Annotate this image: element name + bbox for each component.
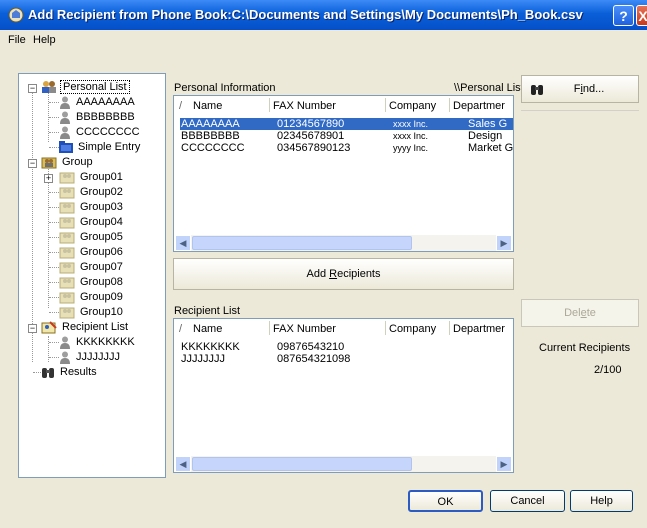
add-recipients-button[interactable]: Add Recipients [173, 258, 514, 290]
tree-group01[interactable]: Group01 [59, 170, 125, 184]
group-item-icon [59, 277, 75, 289]
tree-person-cccccccc[interactable]: CCCCCCCC [59, 125, 142, 139]
column-name[interactable]: Name [193, 100, 222, 112]
tree-recipient-kkkkkkkk[interactable]: KKKKKKKK [59, 335, 137, 349]
window-title: Add Recipient from Phone Book:C:\Documen… [28, 7, 583, 22]
help-button[interactable]: Help [570, 490, 633, 512]
column-company[interactable]: Company [389, 323, 436, 335]
tree-recipient-list[interactable]: Recipient List [41, 320, 130, 334]
tree-simple-entry[interactable]: Simple Entry [59, 140, 142, 154]
sort-indicator-icon: / [179, 323, 183, 335]
group-item-icon [59, 307, 75, 319]
table-row[interactable]: JJJJJJJJ 087654321098 [180, 353, 513, 365]
tree-person-bbbbbbbb[interactable]: BBBBBBBB [59, 110, 137, 124]
group-item-icon [59, 292, 75, 304]
folder-icon [59, 141, 73, 154]
current-recipients-count: 2/100 [594, 364, 622, 376]
scroll-thumb[interactable] [192, 457, 412, 471]
personal-info-hscroll[interactable]: ◀ ▶ [175, 235, 512, 251]
scroll-thumb[interactable] [192, 236, 412, 250]
collapse-personal-icon[interactable]: − [28, 84, 37, 93]
column-department[interactable]: Departmer [453, 323, 505, 335]
ok-button[interactable]: OK [408, 490, 483, 512]
tree-group03[interactable]: Group03 [59, 200, 125, 214]
tree-group04[interactable]: Group04 [59, 215, 125, 229]
tree-group10[interactable]: Group10 [59, 305, 125, 319]
recipient-list-icon [41, 321, 57, 334]
sort-indicator-icon: / [179, 100, 183, 112]
table-row[interactable]: AAAAAAAA 01234567890 xxxx Inc. Sales G [180, 118, 513, 130]
tree-recipient-jjjjjjjj[interactable]: JJJJJJJJ [59, 350, 122, 364]
binoculars-icon [531, 85, 543, 95]
cancel-button[interactable]: Cancel [490, 490, 565, 512]
personal-info-list[interactable]: / Name FAX Number Company Departmer AAAA… [173, 95, 514, 252]
column-department[interactable]: Departmer [453, 100, 505, 112]
tree-person-aaaaaaaa[interactable]: AAAAAAAA [59, 95, 137, 109]
person-icon [60, 96, 70, 109]
personal-info-path: \\Personal List [454, 82, 524, 94]
group-item-icon [59, 247, 75, 259]
divider [521, 110, 639, 111]
group-item-icon [59, 187, 75, 199]
scroll-right-icon[interactable]: ▶ [496, 456, 512, 472]
group-item-icon [59, 232, 75, 244]
title-close-button[interactable]: X [636, 5, 647, 26]
person-icon [60, 111, 70, 124]
group-icon [41, 157, 57, 169]
menu-bar: File Help [0, 30, 647, 50]
tree-group05[interactable]: Group05 [59, 230, 125, 244]
column-fax-number[interactable]: FAX Number [273, 100, 336, 112]
recipient-list-header: / Name FAX Number Company Departmer [174, 319, 513, 337]
tree-group08[interactable]: Group08 [59, 275, 125, 289]
table-row[interactable]: CCCCCCCC 034567890123 yyyy Inc. Market G [180, 142, 513, 154]
recipient-list-hscroll[interactable]: ◀ ▶ [175, 456, 512, 472]
title-help-button[interactable]: ? [613, 5, 634, 26]
recipient-list-label: Recipient List [174, 305, 241, 317]
title-bar: Add Recipient from Phone Book:C:\Documen… [0, 0, 647, 30]
people-icon [42, 81, 56, 94]
person-icon [60, 336, 70, 349]
menu-help[interactable]: Help [33, 34, 56, 46]
menu-file[interactable]: File [8, 34, 26, 46]
tree-group[interactable]: Group [41, 155, 95, 169]
table-row[interactable]: BBBBBBBB 02345678901 xxxx Inc. Design [180, 130, 513, 142]
delete-button[interactable]: Delete [521, 299, 639, 327]
expand-group01-icon[interactable]: + [44, 174, 53, 183]
tree-group09[interactable]: Group09 [59, 290, 125, 304]
tree-group06[interactable]: Group06 [59, 245, 125, 259]
phone-book-tree[interactable]: − Personal List AAAAAAAA BBBBBBBB CCCCCC… [18, 73, 166, 478]
group-item-icon [59, 202, 75, 214]
column-company[interactable]: Company [389, 100, 436, 112]
person-icon [60, 351, 70, 364]
tree-group07[interactable]: Group07 [59, 260, 125, 274]
scroll-right-icon[interactable]: ▶ [496, 235, 512, 251]
group-item-icon [59, 262, 75, 274]
scroll-left-icon[interactable]: ◀ [175, 456, 191, 472]
current-recipients-label: Current Recipients [539, 342, 631, 354]
collapse-group-icon[interactable]: − [28, 159, 37, 168]
scroll-left-icon[interactable]: ◀ [175, 235, 191, 251]
find-button[interactable]: Find... [521, 75, 639, 103]
person-icon [60, 126, 70, 139]
recipient-list[interactable]: / Name FAX Number Company Departmer KKKK… [173, 318, 514, 473]
personal-info-header: / Name FAX Number Company Departmer [174, 96, 513, 114]
group-item-icon [59, 172, 75, 184]
column-name[interactable]: Name [193, 323, 222, 335]
phone-book-icon [8, 7, 24, 23]
table-row[interactable]: KKKKKKKK 09876543210 [180, 341, 513, 353]
group-item-icon [59, 217, 75, 229]
collapse-recipient-list-icon[interactable]: − [28, 324, 37, 333]
tree-group02[interactable]: Group02 [59, 185, 125, 199]
personal-info-label: Personal Information [174, 82, 276, 94]
tree-results[interactable]: Results [41, 365, 99, 379]
column-fax-number[interactable]: FAX Number [273, 323, 336, 335]
tree-personal-list[interactable]: Personal List [41, 80, 130, 94]
binoculars-icon [42, 367, 54, 378]
